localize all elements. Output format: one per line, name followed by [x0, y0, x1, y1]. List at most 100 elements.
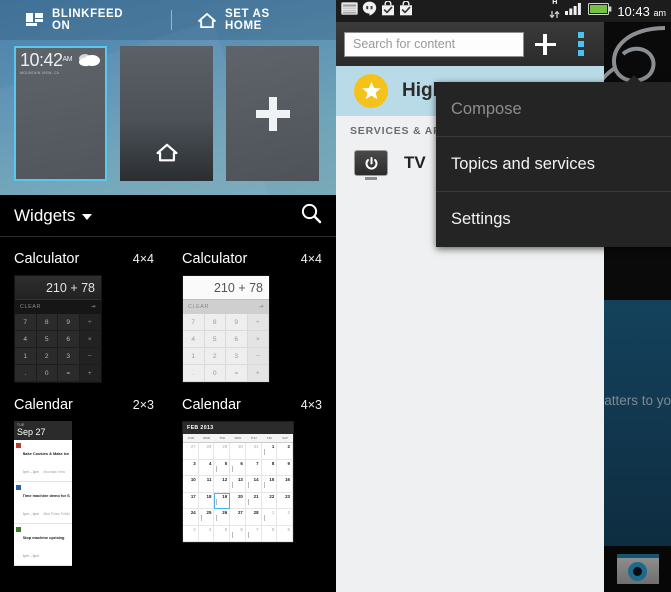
widget-item-calendar-agenda[interactable]: Calendar 2×3 TUE Sep 27 Bake Cookies & M…	[0, 393, 168, 576]
calc-key: 2	[36, 348, 58, 365]
overflow-menu-button[interactable]	[566, 22, 596, 66]
calc-key: −	[247, 348, 269, 365]
calc-key: .	[15, 365, 37, 382]
widget-item-calculator-light[interactable]: Calculator 4×4 210 + 78 CLEAR ⇥ 7 8 9 ÷ …	[168, 247, 336, 393]
calendar-event-list: Bake Cookies & Make Ice Cream 2pm – 3pm …	[14, 440, 72, 566]
widget-name: Calendar	[182, 397, 241, 413]
calculator-keypad: 7 8 9 ÷ 4 5 6 × 1 2 3 − . 0 = +	[183, 314, 269, 382]
calendar-day-cell: 7	[245, 459, 262, 476]
blinkfeed-toggle-button[interactable]: BLINKFEED ON	[0, 8, 171, 32]
calendar-day-cell: 16	[277, 476, 293, 493]
widget-size: 4×4	[132, 252, 154, 266]
weekday-label: MON	[203, 436, 210, 440]
calendar-day-number: 7	[256, 460, 259, 466]
panel-thumbnail-add[interactable]	[226, 46, 319, 181]
search-icon[interactable]	[300, 202, 322, 229]
calendar-day-number: 6	[240, 460, 243, 466]
calendar-event-bar	[216, 498, 218, 505]
event-color-dot	[16, 527, 21, 532]
set-as-home-button[interactable]: SET AS HOME	[172, 8, 336, 32]
widget-item-calendar-month[interactable]: Calendar 4×3 FEB 2013 SUN MON TUE WED TH…	[168, 393, 336, 576]
homescreen-dock	[604, 546, 671, 592]
widgets-category-dropdown[interactable]: Widgets	[14, 205, 93, 226]
backspace-icon: ⇥	[258, 304, 264, 310]
calendar-day-cell: 4	[198, 525, 215, 542]
calendar-day-number: 3	[193, 460, 196, 466]
blinkfeed-toggle-label: BLINKFEED ON	[51, 8, 124, 32]
status-clock: 10:43 am	[617, 4, 666, 19]
calendar-day-cell: 28	[198, 443, 215, 460]
camera-icon[interactable]	[616, 554, 659, 584]
calendar-day-number: 1	[271, 444, 275, 449]
calendar-day-cell: 1	[261, 443, 278, 460]
calc-key: 1	[15, 348, 37, 365]
calc-key: +	[247, 365, 269, 382]
dot	[578, 41, 584, 47]
keyboard-icon	[341, 2, 358, 20]
calendar-day-cell: 13	[230, 476, 246, 493]
menu-item-topics-and-services[interactable]: Topics and services	[436, 137, 671, 192]
add-content-button[interactable]	[524, 22, 566, 66]
event-color-dot	[16, 443, 21, 448]
calculator-clear-label: CLEAR	[20, 304, 41, 310]
calendar-day-cell: 2	[277, 509, 293, 526]
widget-row-calendars: Calendar 2×3 TUE Sep 27 Bake Cookies & M…	[0, 393, 336, 576]
calendar-day-number: 18	[206, 493, 212, 499]
calendar-day-number: 2	[287, 444, 290, 449]
calendar-day-number: 8	[271, 526, 275, 532]
calendar-day-number: 24	[190, 510, 196, 515]
calculator-clear-row: CLEAR ⇥	[15, 299, 101, 314]
calendar-day-number: 29	[222, 444, 228, 449]
event-title: Time machine demo for Sergey	[22, 493, 71, 498]
chevron-down-icon	[82, 214, 93, 220]
dot	[578, 32, 584, 38]
panel-thumbnail-home[interactable]	[120, 46, 213, 181]
calendar-day-cell: 26	[214, 509, 231, 526]
calendar-day-cell: 8	[261, 525, 278, 542]
network-type-indicator: H	[549, 0, 560, 24]
calendar-day-cell: 2	[277, 443, 293, 460]
calendar-agenda-header: TUE Sep 27	[14, 421, 72, 440]
calendar-event-bar	[247, 531, 249, 538]
calc-key: ×	[79, 331, 101, 348]
widget-item-calculator-dark[interactable]: Calculator 4×4 210 + 78 CLEAR ⇥ 7 8 9 ÷ …	[0, 247, 168, 393]
data-arrows-icon	[549, 6, 560, 24]
calendar-day-cell: 9	[277, 525, 293, 542]
search-input[interactable]: Search for content	[344, 31, 524, 57]
calendar-day-cell: 22	[261, 492, 278, 509]
calendar-day-number: 11	[206, 477, 212, 482]
widget-header: Calculator 4×4	[14, 251, 154, 267]
homescreen-toolbar: BLINKFEED ON SET AS HOME	[0, 0, 336, 40]
calendar-day-cell: 3	[183, 459, 199, 476]
calendar-day-cell: 31	[245, 443, 262, 460]
calendar-event-item: Time machine demo for Sergey 3pm – 4pm B…	[14, 482, 72, 524]
calendar-event-bar	[247, 498, 249, 505]
calc-key: 2	[204, 348, 226, 365]
calc-key: 5	[204, 331, 226, 348]
calendar-day-cell: 6	[230, 525, 246, 542]
calculator-display: 210 + 78	[183, 276, 269, 299]
calendar-event-item: Bake Cookies & Make Ice Cream 2pm – 3pm …	[14, 440, 72, 482]
dot	[578, 50, 584, 56]
blinkfeed-icon	[26, 12, 43, 28]
calendar-date: Sep 27	[17, 427, 46, 437]
calendar-month-preview: FEB 2013 SUN MON TUE WED THU FRI SAT 27 2…	[182, 421, 294, 543]
menu-item-settings[interactable]: Settings	[436, 192, 671, 247]
calc-key: 7	[183, 314, 205, 331]
tv-power-icon	[354, 150, 388, 176]
calendar-day-number: 25	[206, 510, 212, 515]
widgets-category-label: Widgets	[14, 205, 76, 225]
calendar-event-bar	[232, 482, 234, 488]
calendar-day-cell: 1	[261, 509, 278, 526]
calendar-day-number: 16	[285, 477, 290, 482]
calendar-day-number: 31	[253, 444, 259, 449]
calendar-day-cell: 5	[214, 525, 231, 542]
panel-thumbnail-blinkfeed[interactable]: 10:42AM MOUNTAIN VIEW, CA	[14, 46, 107, 181]
homescreen-preview-area: BLINKFEED ON SET AS HOME 10:42AM MOUNTAI…	[0, 0, 336, 195]
menu-item-compose[interactable]: Compose	[436, 82, 671, 137]
calc-key: −	[79, 348, 101, 365]
calendar-day-number: 21	[253, 493, 259, 499]
calendar-day-cell: 14	[245, 476, 262, 493]
calendar-day-cell: 25	[198, 509, 215, 526]
calendar-day-number: 8	[271, 460, 275, 466]
